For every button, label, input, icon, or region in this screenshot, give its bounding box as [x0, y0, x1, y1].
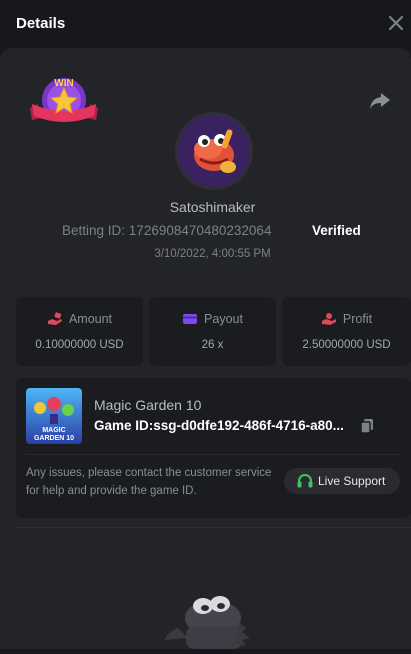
share-icon[interactable]: [369, 91, 391, 111]
details-header: Details: [0, 0, 411, 48]
section-divider: [16, 527, 411, 528]
betting-id-label: Betting ID:: [62, 223, 126, 238]
close-icon[interactable]: [385, 12, 407, 34]
headset-icon: [297, 474, 313, 488]
stat-amount-value: 0.10000000 USD: [35, 339, 124, 351]
thumbnail-text-1: MAGIC: [42, 427, 65, 434]
bet-datetime: 3/10/2022, 4:00:55 PM: [154, 248, 271, 260]
avatar: [178, 115, 250, 187]
stat-profit: Profit 2.50000000 USD: [282, 297, 411, 366]
game-card: MAGIC GARDEN 10 Magic Garden 10 Game ID:…: [16, 378, 411, 518]
game-name[interactable]: Magic Garden 10: [94, 397, 201, 413]
live-support-label: Live Support: [318, 474, 386, 488]
game-thumbnail[interactable]: MAGIC GARDEN 10: [26, 388, 82, 444]
stat-payout-value: 26 x: [201, 339, 224, 351]
win-badge-text: WIN: [54, 78, 73, 89]
stat-amount: Amount 0.10000000 USD: [16, 297, 143, 366]
copy-icon[interactable]: [360, 418, 374, 434]
stat-profit-label: Profit: [342, 312, 373, 326]
game-id: Game ID:ssg-d0dfe192-486f-4716-a80...: [94, 418, 344, 433]
stat-amount-label: Amount: [68, 312, 113, 326]
coin-hand-icon: [47, 312, 62, 325]
support-notice: Any issues, please contact the customer …: [26, 467, 272, 497]
betting-id: Betting ID: 1726908470480232064: [62, 223, 271, 238]
stat-payout: Payout 26 x: [149, 297, 276, 366]
mascot-icon: [158, 588, 254, 649]
card-divider: [26, 454, 401, 455]
game-id-label: Game ID:: [94, 418, 154, 433]
betting-id-value: 1726908470480232064: [128, 223, 272, 238]
username: Satoshimaker: [169, 199, 256, 215]
card-icon: [183, 314, 198, 324]
win-badge-icon: WIN: [28, 74, 100, 128]
game-id-value: ssg-d0dfe192-486f-4716-a80...: [153, 418, 344, 433]
stat-payout-label: Payout: [204, 312, 243, 326]
live-support-button[interactable]: Live Support: [284, 468, 400, 494]
thumbnail-text-2: GARDEN 10: [34, 435, 74, 442]
stat-profit-value: 2.50000000 USD: [302, 339, 391, 351]
verified-badge: Verified: [312, 223, 361, 238]
money-hand-icon: [321, 313, 336, 325]
page-title: Details: [16, 15, 66, 32]
